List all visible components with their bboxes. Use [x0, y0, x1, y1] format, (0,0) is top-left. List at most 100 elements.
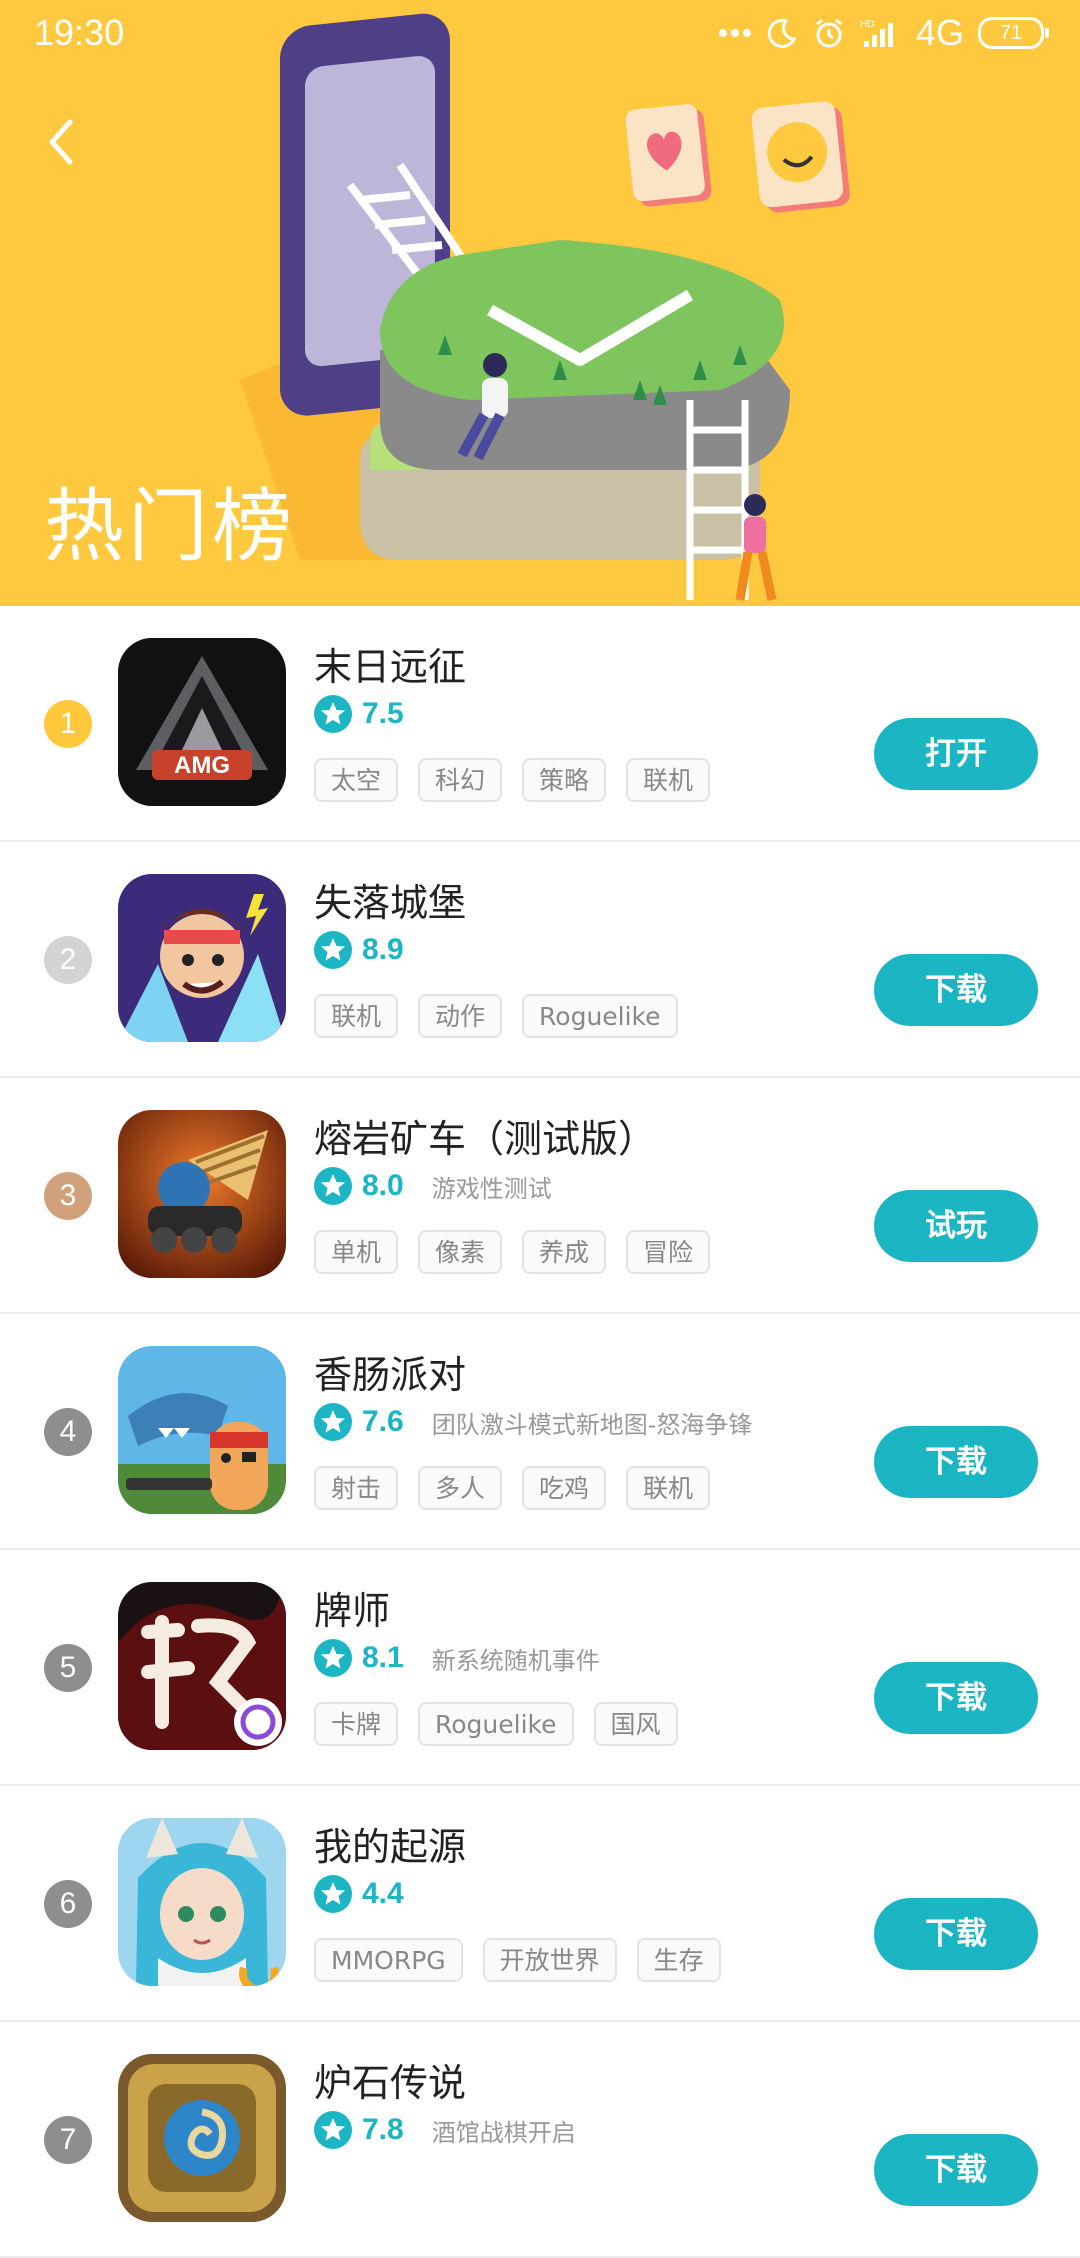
tag[interactable]: 策略	[522, 758, 607, 802]
tag[interactable]: 联机	[626, 758, 711, 802]
chevron-left-icon	[49, 119, 73, 165]
tag[interactable]: 吃鸡	[522, 1466, 607, 1510]
open-button[interactable]: 打开	[874, 718, 1038, 790]
tag[interactable]: Roguelike	[522, 994, 678, 1038]
tag[interactable]: 动作	[418, 994, 503, 1038]
tag[interactable]: MMORPG	[314, 1938, 463, 1982]
rating: 7.8 酒馆战棋开启	[314, 2108, 576, 2152]
tag[interactable]: 联机	[626, 1466, 711, 1510]
hearthstone-icon[interactable]	[118, 2054, 286, 2222]
rank-badge: 4	[44, 1408, 92, 1456]
list-item[interactable]: 5 牌师 8.1 新系统随机事件 卡牌 Roguelike 国风 下载	[0, 1550, 1080, 1786]
score: 7.8	[362, 2113, 404, 2146]
lost-castle-icon[interactable]	[118, 874, 286, 1042]
update-note: 新系统随机事件	[431, 1646, 600, 1675]
score: 7.6	[362, 1405, 404, 1438]
star-icon	[314, 1167, 352, 1205]
moon-icon	[766, 17, 798, 49]
tag[interactable]: 射击	[314, 1466, 399, 1510]
game-name: 熔岩矿车（测试版）	[314, 1117, 657, 1161]
tag[interactable]: Roguelike	[418, 1702, 574, 1746]
rating: 7.5	[314, 692, 404, 736]
rating: 7.6 团队激斗模式新地图-怒海争锋	[314, 1400, 752, 1444]
rating: 4.4	[314, 1872, 404, 1916]
tag[interactable]: 多人	[418, 1466, 503, 1510]
list-item[interactable]: 6 我的起源 4.4 MMORPG 开放世界 生存 下载	[0, 1786, 1080, 2022]
rank-badge: 3	[44, 1172, 92, 1220]
star-icon	[314, 2111, 352, 2149]
list-item[interactable]: 3 熔岩矿车（测试版） 8.0 游戏性测试 单机 像素 养成 冒险 试玩	[0, 1078, 1080, 1314]
tag[interactable]: 联机	[314, 994, 399, 1038]
tag[interactable]: 国风	[593, 1702, 678, 1746]
star-icon	[314, 931, 352, 969]
tag[interactable]: 冒险	[626, 1230, 711, 1274]
rating: 8.9	[314, 928, 404, 972]
battery-icon: 71	[978, 17, 1049, 49]
tag[interactable]: 养成	[522, 1230, 607, 1274]
download-button[interactable]: 下载	[874, 1426, 1038, 1498]
tag[interactable]: 卡牌	[314, 1702, 399, 1746]
tag-list: 太空 科幻 策略 联机	[314, 758, 711, 802]
status-indicators: HD 4G 71	[718, 12, 1049, 54]
game-name: 失落城堡	[314, 881, 467, 925]
try-button[interactable]: 试玩	[874, 1190, 1038, 1262]
game-name: 末日远征	[314, 645, 467, 689]
rank-badge: 6	[44, 1880, 92, 1928]
score: 8.0	[362, 1169, 404, 1202]
status-time: 19:30	[34, 12, 125, 53]
score: 8.9	[362, 933, 404, 966]
tag-list: 卡牌 Roguelike 国风	[314, 1702, 678, 1746]
game-name: 牌师	[314, 1589, 391, 1633]
game-name: 香肠派对	[314, 1353, 467, 1397]
rank-badge: 2	[44, 936, 92, 984]
tag[interactable]: 生存	[636, 1938, 721, 1982]
svg-text:AMG: AMG	[174, 752, 230, 779]
list-item[interactable]: 1 AMG 末日远征 7.5 太空 科幻 策略 联机 打开	[0, 606, 1080, 842]
rating: 8.0 游戏性测试	[314, 1164, 552, 1208]
rank-badge: 5	[44, 1644, 92, 1692]
network-type: 4G	[915, 12, 964, 53]
tag[interactable]: 太空	[314, 758, 399, 802]
rating: 8.1 新系统随机事件	[314, 1636, 600, 1680]
more-dots-icon	[718, 28, 752, 38]
score: 8.1	[362, 1641, 404, 1674]
svg-text:HD: HD	[860, 19, 874, 30]
tag-list: 射击 多人 吃鸡 联机	[314, 1466, 711, 1510]
star-icon	[314, 1403, 352, 1441]
ranking-list: 1 AMG 末日远征 7.5 太空 科幻 策略 联机 打开 2 失落城堡 8.9…	[0, 606, 1080, 2258]
back-button[interactable]	[36, 110, 88, 174]
star-icon	[314, 695, 352, 733]
list-item[interactable]: 7 炉石传说 7.8 酒馆战棋开启 下载	[0, 2022, 1080, 2258]
score: 7.5	[362, 697, 404, 730]
sausage-party-icon[interactable]	[118, 1346, 286, 1514]
star-icon	[314, 1639, 352, 1677]
tag-list: 单机 像素 养成 冒险	[314, 1230, 711, 1274]
tag[interactable]: 科幻	[418, 758, 503, 802]
alarm-icon	[812, 16, 846, 50]
update-note: 酒馆战棋开启	[431, 2118, 576, 2147]
game-name: 我的起源	[314, 1825, 467, 1869]
paishi-icon[interactable]	[118, 1582, 286, 1750]
my-origin-icon[interactable]	[118, 1818, 286, 1986]
tag[interactable]: 开放世界	[482, 1938, 617, 1982]
score: 4.4	[362, 1877, 404, 1910]
hd-signal-icon: HD	[860, 17, 902, 49]
update-note: 团队激斗模式新地图-怒海争锋	[431, 1410, 753, 1439]
rank-badge: 1	[44, 700, 92, 748]
tag[interactable]: 单机	[314, 1230, 399, 1274]
amg-logo-icon[interactable]: AMG	[118, 638, 286, 806]
header-banner: 19:30 HD 4G 71 热门榜	[0, 0, 1080, 606]
update-note: 游戏性测试	[431, 1174, 552, 1203]
download-button[interactable]: 下载	[874, 1898, 1038, 1970]
lava-minecart-icon[interactable]	[118, 1110, 286, 1278]
download-button[interactable]: 下载	[874, 2134, 1038, 2206]
list-item[interactable]: 4 香肠派对 7.6 团队激斗模式新地图-怒海争锋 射击 多人 吃鸡 联机 下载	[0, 1314, 1080, 1550]
tag-list: MMORPG 开放世界 生存	[314, 1938, 721, 1982]
tag[interactable]: 像素	[418, 1230, 503, 1274]
rank-badge: 7	[44, 2116, 92, 2164]
star-icon	[314, 1875, 352, 1913]
page-title: 热门榜	[44, 480, 296, 573]
download-button[interactable]: 下载	[874, 1662, 1038, 1734]
download-button[interactable]: 下载	[874, 954, 1038, 1026]
list-item[interactable]: 2 失落城堡 8.9 联机 动作 Roguelike 下载	[0, 842, 1080, 1078]
